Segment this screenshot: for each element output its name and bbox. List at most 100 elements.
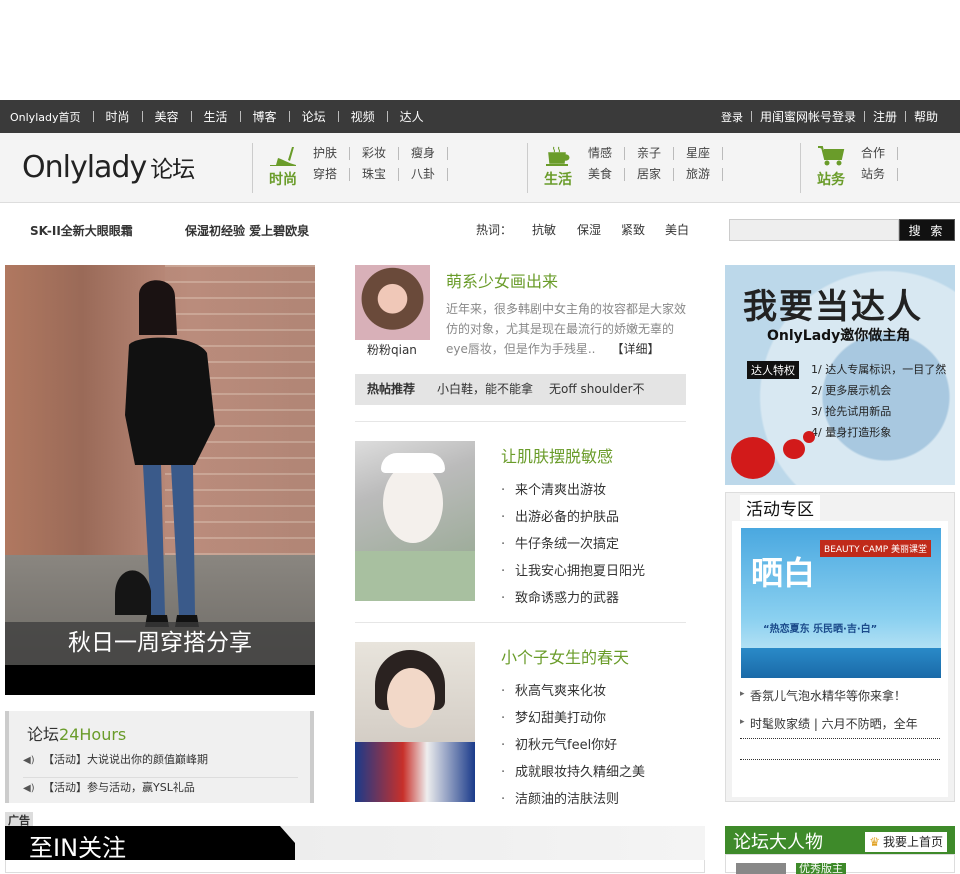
divider bbox=[355, 421, 686, 422]
article-thumbnail[interactable] bbox=[355, 642, 475, 802]
nav-video[interactable]: 视频 bbox=[339, 108, 387, 125]
author-avatar[interactable] bbox=[355, 265, 430, 340]
privilege-item: 2/ 更多展示机会 bbox=[811, 384, 892, 397]
nav-daren[interactable]: 达人 bbox=[388, 108, 436, 125]
hot-post-link[interactable]: 小白鞋，能不能拿 bbox=[437, 374, 533, 405]
nav-home[interactable]: Onlylady首页 bbox=[10, 109, 93, 125]
cat-link[interactable]: 旅游 bbox=[686, 168, 724, 181]
speaker-icon: ◀) bbox=[23, 755, 35, 766]
list-item[interactable]: ◀) 【活动】大说说出你的颜值巅峰期 bbox=[23, 751, 298, 778]
speaker-icon: ◀) bbox=[23, 783, 35, 794]
event-link[interactable]: 香氛儿气泡水精华等你来拿！ bbox=[740, 687, 940, 704]
list-title[interactable]: 让肌肤摆脱敏感 bbox=[501, 443, 645, 467]
item-text: 【活动】参与活动，赢YSL礼品 bbox=[43, 781, 195, 794]
cat-link[interactable]: 珠宝 bbox=[362, 168, 400, 181]
daren-invite: OnlyLady邀你做主角 bbox=[767, 328, 911, 344]
cat-link[interactable]: 穿搭 bbox=[313, 168, 351, 181]
nav-blog[interactable]: 博客 bbox=[241, 108, 289, 125]
cat-link[interactable]: 情感 bbox=[588, 147, 626, 160]
nav-forum[interactable]: 论坛 bbox=[290, 108, 338, 125]
category-life-icon-block[interactable]: 生活 bbox=[536, 143, 580, 193]
feature-caption[interactable]: 秋日一周穿搭分享 bbox=[5, 622, 315, 665]
banner-text: “热恋夏东 乐民晒·吉·白” bbox=[763, 624, 878, 635]
title-prefix: 论坛 bbox=[27, 725, 60, 744]
category-life: 生活 情感 美食 亲子 居家 星座 旅游 bbox=[527, 143, 735, 193]
coffee-cup-icon bbox=[546, 146, 570, 166]
list-item[interactable]: 让我安心拥抱夏日阳光 bbox=[501, 560, 645, 587]
cat-link[interactable]: 站务 bbox=[861, 168, 899, 181]
divider bbox=[527, 143, 528, 193]
cat-link[interactable]: 瘦身 bbox=[411, 147, 449, 160]
person-thumbnail[interactable] bbox=[736, 863, 786, 874]
article-summary: 近年来，很多韩剧中女主角的妆容都是大家效仿的对象，尤其是现在最流行的娇嫩无辜的e… bbox=[446, 299, 688, 359]
site-logo[interactable]: Onlylady 论坛 bbox=[22, 150, 195, 185]
list-item[interactable]: 致命诱惑力的武器 bbox=[501, 587, 645, 614]
nav-fashion[interactable]: 时尚 bbox=[94, 108, 142, 125]
face bbox=[387, 668, 435, 728]
category-links: 情感 美食 亲子 居家 星座 旅游 bbox=[588, 143, 735, 193]
category-fashion-icon-block[interactable]: 时尚 bbox=[261, 143, 305, 193]
privilege-item: 1/ 达人专属标识，一目了然 bbox=[811, 363, 947, 376]
feature-carousel[interactable]: 秋日一周穿搭分享 bbox=[5, 265, 315, 695]
events-title: 活动专区 bbox=[740, 495, 820, 520]
category-fashion: 时尚 护肤 穿搭 彩妆 珠宝 瘦身 八卦 bbox=[252, 143, 460, 193]
list-title[interactable]: 小个子女生的春天 bbox=[501, 644, 645, 668]
hot-posts-label: 热帖推荐 bbox=[367, 382, 416, 396]
list-item[interactable]: 洁颜油的洁肤法则 bbox=[501, 788, 645, 815]
hot-word[interactable]: 美白 bbox=[665, 221, 689, 238]
list-item[interactable]: ◀) 【活动】参与活动，赢YSL礼品 bbox=[23, 779, 298, 795]
privilege-item: 4/ 量身打造形象 bbox=[811, 426, 892, 439]
top-nav-left: Onlylady首页 时尚 美容 生活 博客 论坛 视频 达人 bbox=[0, 108, 436, 125]
nav-beauty[interactable]: 美容 bbox=[143, 108, 191, 125]
section-title: 论坛24Hours bbox=[27, 721, 126, 745]
hot-word[interactable]: 保湿 bbox=[577, 221, 601, 238]
help-link[interactable]: 帮助 bbox=[906, 108, 946, 125]
feature-photo bbox=[5, 265, 315, 665]
list-item[interactable]: 秋高气爽来化妆 bbox=[501, 680, 645, 707]
bestie-login-link[interactable]: 用闺蜜网帐号登录 bbox=[752, 108, 864, 125]
cat-link[interactable]: 护肤 bbox=[313, 147, 351, 160]
cat-link[interactable]: 星座 bbox=[686, 147, 724, 160]
list-item[interactable]: 牛仔条绒一次搞定 bbox=[501, 533, 645, 560]
red-drop-decoration bbox=[731, 437, 775, 479]
list-item[interactable]: 梦幻甜美打动你 bbox=[501, 707, 645, 734]
promo-link[interactable]: SK-II全新大眼眼霜 bbox=[30, 222, 133, 239]
hot-word[interactable]: 抗敏 bbox=[532, 221, 556, 238]
list-item[interactable]: 来个清爽出游妆 bbox=[501, 479, 645, 506]
model-figure bbox=[115, 280, 215, 627]
banner-tag: BEAUTY CAMP 美丽课堂 bbox=[820, 540, 931, 557]
nav-life[interactable]: 生活 bbox=[192, 108, 240, 125]
shopping-cart-icon bbox=[818, 146, 845, 166]
feature-me-button[interactable]: ♛ 我要上首页 bbox=[865, 832, 947, 852]
list-item[interactable]: 成就眼妆持久精细之美 bbox=[501, 761, 645, 788]
event-link[interactable]: 时髦败家绩 | 六月不防晒，全年 bbox=[740, 715, 940, 739]
hot-word[interactable]: 紧致 bbox=[621, 221, 645, 238]
register-link[interactable]: 注册 bbox=[865, 108, 905, 125]
banner-headline: 晒白 bbox=[751, 554, 816, 592]
hot-post-link[interactable]: 无off shoulder不 bbox=[549, 374, 645, 405]
cat-link[interactable]: 居家 bbox=[637, 168, 675, 181]
cat-link[interactable]: 美食 bbox=[588, 168, 626, 181]
category-site-icon-block[interactable]: 站务 bbox=[809, 143, 853, 193]
cat-link[interactable]: 亲子 bbox=[637, 147, 675, 160]
details-link[interactable]: 【详细】 bbox=[612, 342, 660, 356]
forum-24hours: 论坛24Hours ◀) 【活动】大说说出你的颜值巅峰期 ◀) 【活动】参与活动，赢… bbox=[5, 711, 314, 803]
cat-link[interactable]: 八卦 bbox=[411, 168, 449, 181]
cat-link[interactable]: 彩妆 bbox=[362, 147, 400, 160]
privilege-item: 3/ 抢先试用新品 bbox=[811, 405, 892, 418]
list-item[interactable]: 出游必备的护肤品 bbox=[501, 506, 645, 533]
daren-banner[interactable]: 我要当达人 OnlyLady邀你做主角 达人特权 1/ 达人专属标识，一目了然 … bbox=[725, 265, 955, 485]
article-thumbnail[interactable] bbox=[355, 441, 475, 601]
list-item[interactable]: 初秋元气feel你好 bbox=[501, 734, 645, 761]
high-heel-icon bbox=[270, 147, 296, 166]
login-link[interactable]: 登录 bbox=[713, 109, 751, 125]
dotted-divider bbox=[740, 759, 940, 760]
search-button[interactable]: 搜 索 bbox=[899, 219, 955, 241]
article-title[interactable]: 萌系少女画出来 bbox=[446, 268, 558, 292]
cat-link[interactable]: 合作 bbox=[861, 147, 899, 160]
face-mask bbox=[383, 463, 443, 543]
promo-link[interactable]: 保湿初经验 爱上碧欧泉 bbox=[185, 222, 309, 239]
search-input[interactable] bbox=[729, 219, 899, 241]
author-name[interactable]: 粉粉qian bbox=[367, 341, 417, 358]
event-banner[interactable]: 晒白 BEAUTY CAMP 美丽课堂 “热恋夏东 乐民晒·吉·白” bbox=[741, 528, 941, 678]
